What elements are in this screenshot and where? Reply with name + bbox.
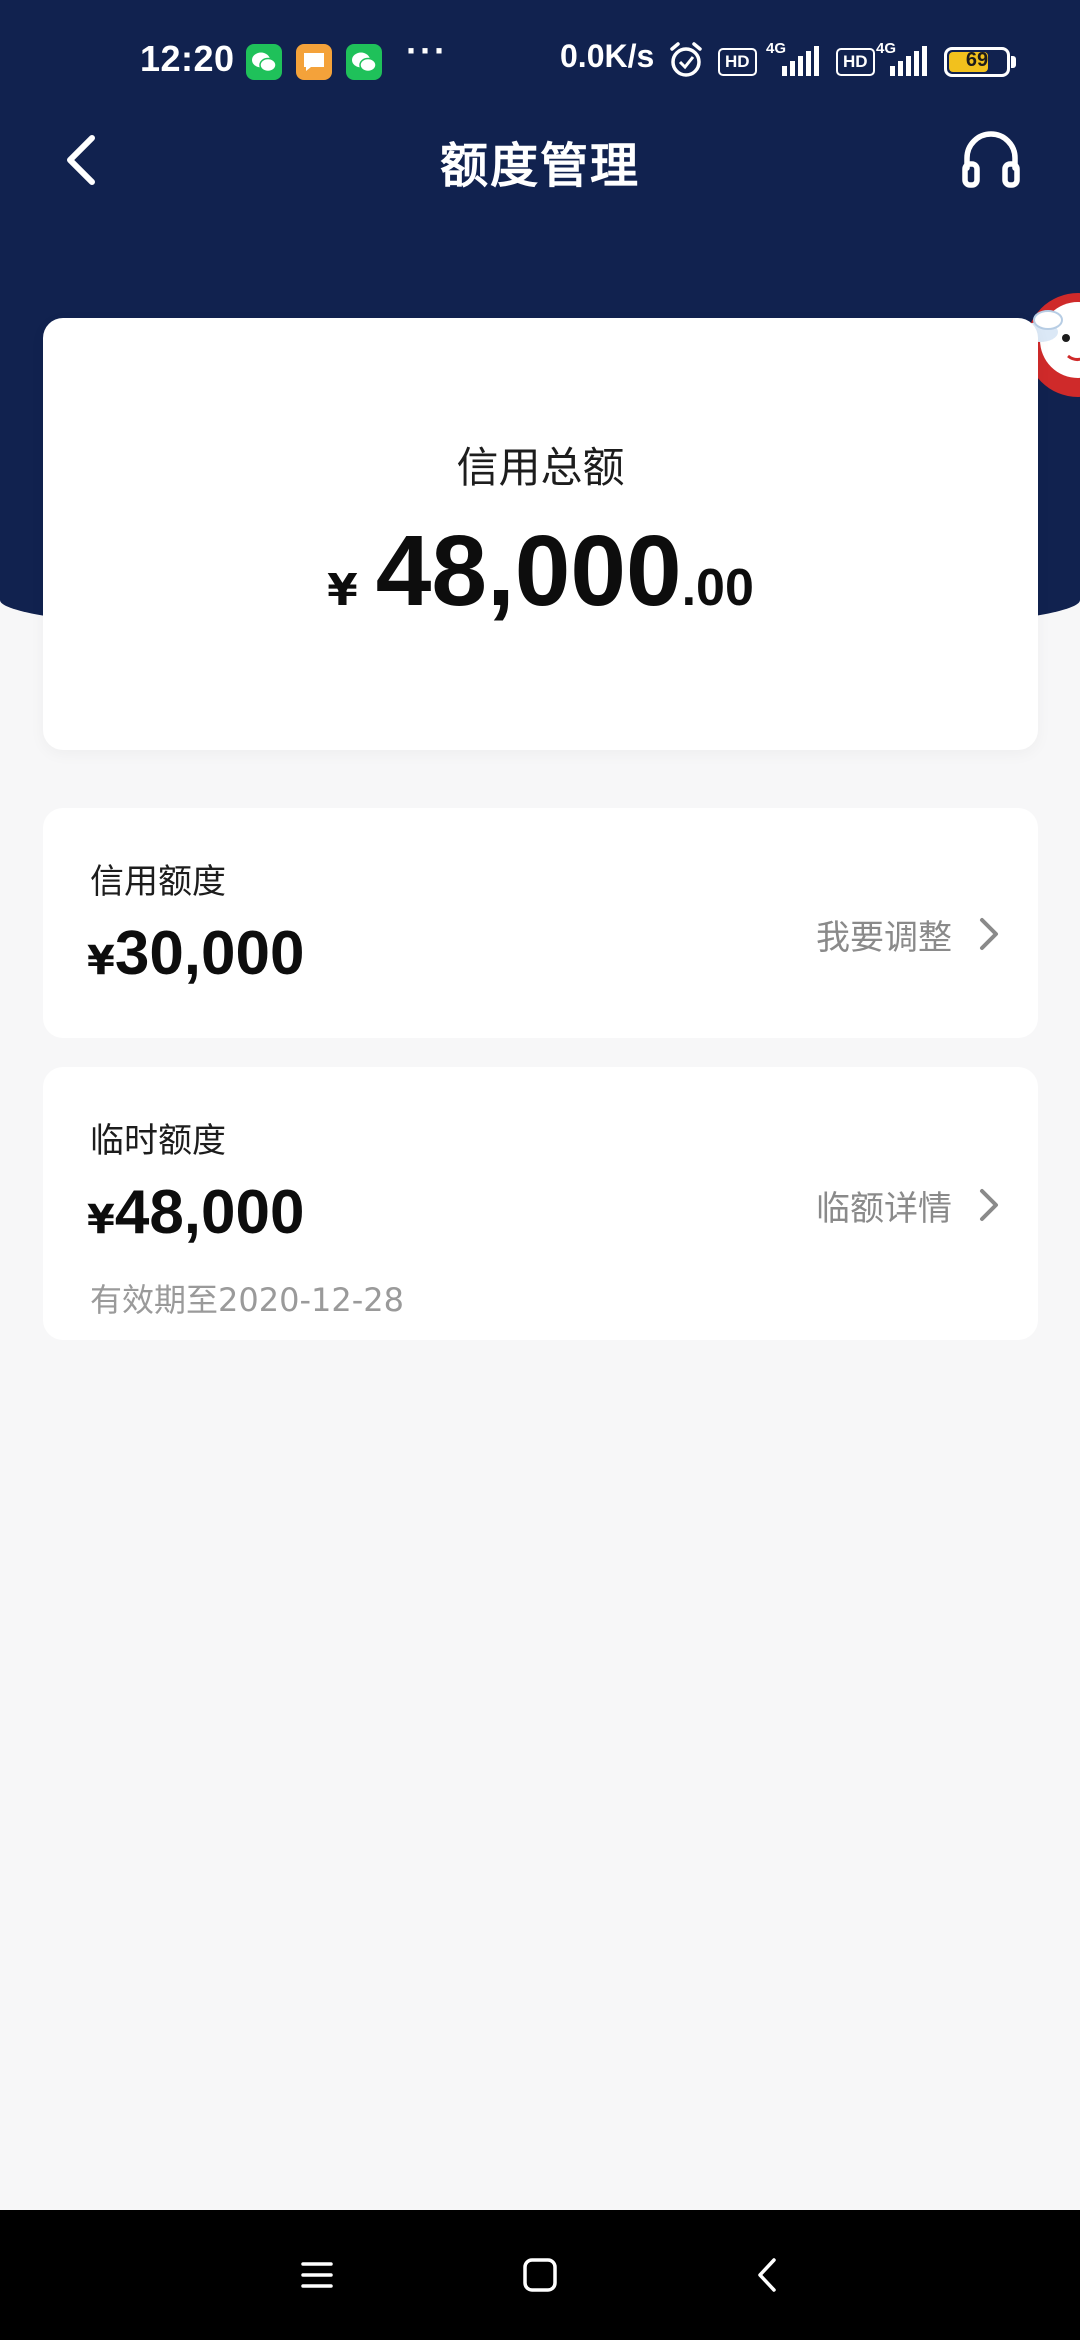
alarm-icon: [668, 40, 704, 85]
home-icon: [523, 2258, 557, 2292]
signal-strength-icon: [778, 46, 822, 76]
battery-level: 69: [965, 49, 989, 71]
credit-limit-value: 30,000: [114, 919, 305, 988]
menu-icon: [301, 2262, 333, 2288]
credit-limit-amount: ¥30,000: [87, 918, 304, 989]
status-time: 12:20: [140, 38, 235, 79]
temporary-limit-details-link[interactable]: 临额详情: [816, 1175, 1000, 1235]
home-button[interactable]: [515, 2250, 565, 2300]
adjust-limit-link[interactable]: 我要调整: [816, 904, 1000, 964]
credit-limit-card: 信用额度 ¥30,000 我要调整: [43, 808, 1038, 1038]
headphones-icon: [962, 131, 1020, 188]
message-icon: [296, 44, 332, 80]
network-speed: 0.0K/s: [560, 38, 655, 74]
temporary-limit-details-label: 临额详情: [816, 1188, 952, 1229]
total-credit-amount: ¥48,000.00: [43, 514, 1038, 629]
currency-symbol: ¥: [87, 1197, 115, 1243]
total-credit-label: 信用总额: [456, 443, 625, 492]
temporary-limit-label: 临时额度: [90, 1121, 226, 1161]
system-back-button[interactable]: [744, 2250, 794, 2300]
system-navigation-bar: [0, 2210, 1080, 2340]
temporary-limit-expiry: 有效期至2020-12-28: [90, 1281, 404, 1319]
chevron-right-icon: [980, 1189, 998, 1221]
currency-symbol: ¥: [87, 938, 115, 984]
back-icon: [758, 2258, 776, 2292]
recent-apps-button[interactable]: [292, 2250, 342, 2300]
temporary-limit-value: 48,000: [114, 1178, 305, 1247]
wechat-icon: [246, 44, 282, 80]
wechat-icon: [346, 44, 382, 80]
temporary-limit-amount: ¥48,000: [87, 1177, 304, 1248]
temporary-limit-card: 临时额度 ¥48,000 临额详情 有效期至2020-12-28: [43, 1067, 1038, 1340]
customer-service-button[interactable]: [956, 124, 1026, 194]
battery-tip: [1011, 56, 1016, 68]
chevron-right-icon: [980, 918, 998, 950]
more-notifications-indicator: ···: [406, 30, 448, 71]
total-credit-card: 信用总额 ¥48,000.00: [43, 318, 1038, 750]
currency-symbol: ¥: [327, 565, 358, 616]
signal-strength-icon: [886, 46, 930, 76]
credit-limit-label: 信用额度: [90, 862, 226, 902]
page-title: 额度管理: [439, 138, 640, 194]
total-amount-decimal: .00: [681, 559, 754, 617]
hd-voice-badge: HD: [836, 48, 875, 76]
adjust-limit-label: 我要调整: [816, 917, 952, 958]
hd-voice-badge: HD: [718, 48, 757, 76]
status-bar: 12:20 ··· 0.0K/s HD 4G HD 4G 69: [0, 0, 1080, 125]
total-amount-integer: 48,000: [375, 515, 682, 627]
battery-icon: 69: [944, 47, 1010, 77]
